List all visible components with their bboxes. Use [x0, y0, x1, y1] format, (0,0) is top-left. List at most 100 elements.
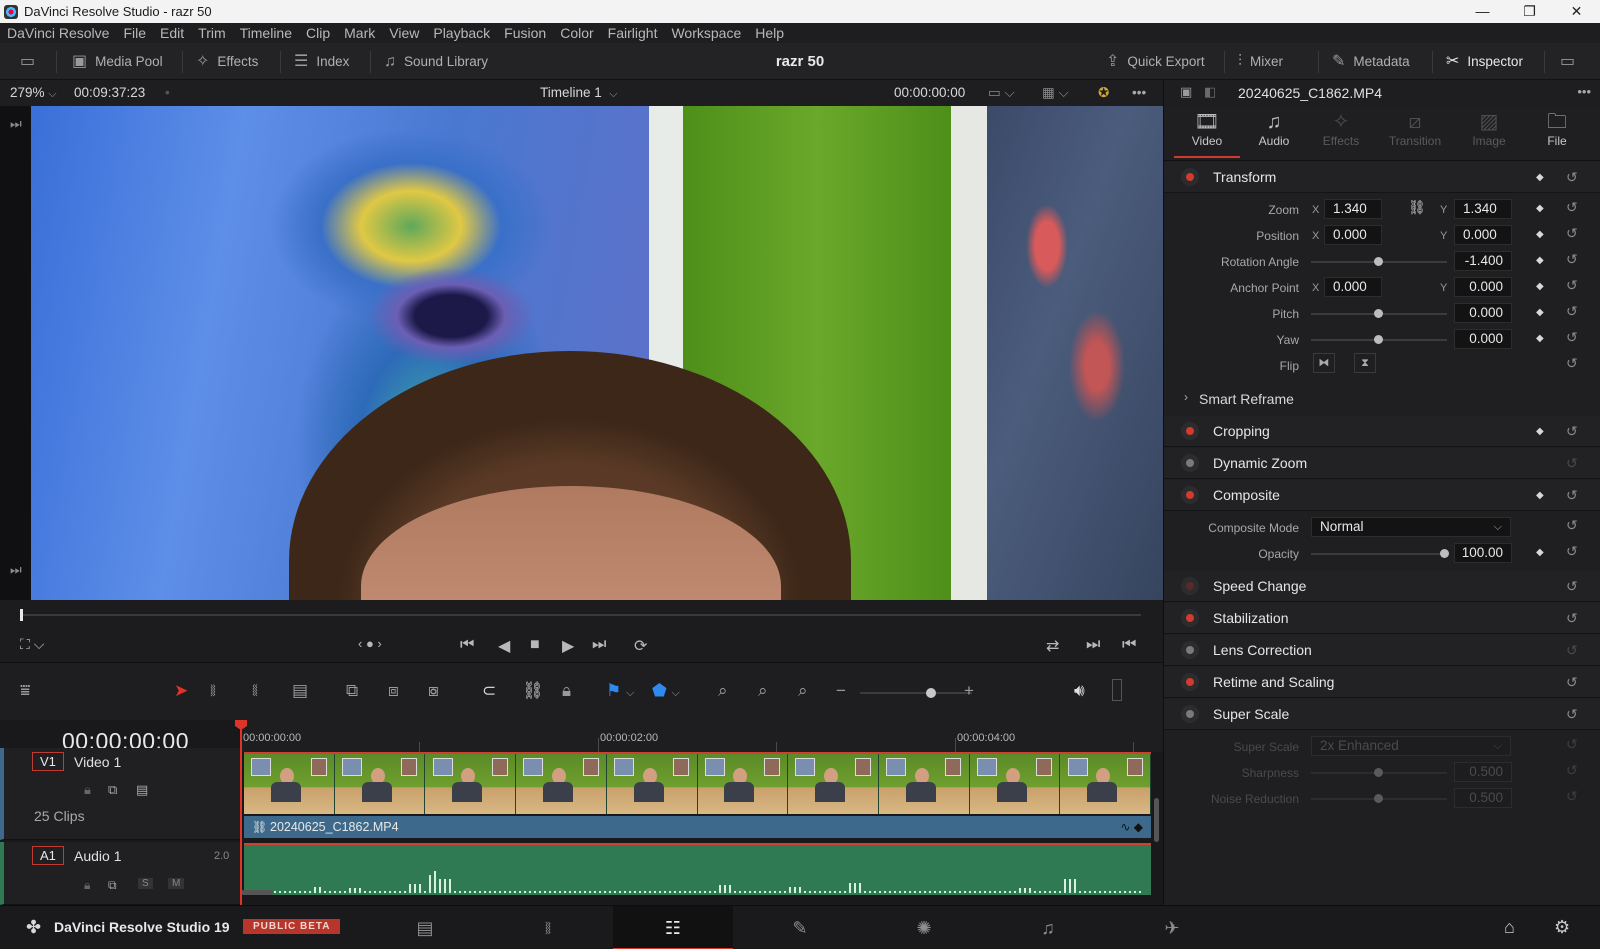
menu-timeline[interactable]: Timeline [233, 25, 299, 41]
solo-button[interactable]: S [138, 878, 153, 889]
enable-toggle[interactable] [1186, 491, 1194, 499]
index-button[interactable]: ☰ Index [294, 43, 349, 80]
enable-toggle[interactable] [1186, 646, 1194, 654]
sound-library-button[interactable]: ♫ Sound Library [384, 43, 488, 80]
speed-change-section[interactable]: Speed Change ↺ [1164, 571, 1600, 602]
position-x-field[interactable]: 0.000 [1324, 225, 1382, 245]
menu-fairlight[interactable]: Fairlight [601, 25, 665, 41]
go-to-end-button[interactable]: ⏭ [592, 636, 606, 654]
enable-toggle[interactable] [1186, 582, 1194, 590]
tab-image[interactable]: ▨ Image [1456, 110, 1522, 158]
opacity-field[interactable]: 100.00 [1454, 543, 1512, 563]
panel-toggle-button[interactable]: ▭ [20, 43, 35, 80]
play-button[interactable]: ▶ [562, 636, 574, 656]
viewer-size-button[interactable]: ▭ ⌵ [988, 80, 1015, 106]
audio-track-name[interactable]: Audio 1 [74, 848, 121, 864]
image-icon[interactable]: ▣ [1180, 84, 1192, 100]
retime-scaling-section[interactable]: Retime and Scaling ↺ [1164, 667, 1600, 698]
home-icon[interactable]: ⌂ [1504, 917, 1515, 938]
media-page-button[interactable]: ▤ [365, 906, 485, 949]
keyframe-icon[interactable]: ◆ [1536, 229, 1544, 240]
mixer-button[interactable]: ⫶ Mixer [1238, 43, 1283, 80]
enable-toggle[interactable] [1186, 614, 1194, 622]
mark-in-button[interactable]: ⏭ [1086, 636, 1100, 654]
menu-clip[interactable]: Clip [299, 25, 337, 41]
keyframe-icon[interactable]: ◆ [1536, 547, 1544, 558]
quick-export-button[interactable]: ⇪ Quick Export [1106, 43, 1205, 80]
reverse-play-button[interactable]: ◀ [498, 636, 510, 656]
snapping-icon[interactable]: ⊂ [482, 681, 496, 701]
rotation-field[interactable]: -1.400 [1454, 251, 1512, 271]
stop-button[interactable]: ■ [530, 636, 540, 654]
menu-help[interactable]: Help [748, 25, 791, 41]
reset-icon[interactable]: ↺ [1566, 578, 1578, 595]
next-clip-icon[interactable]: ⏭ [10, 562, 22, 578]
insert-clip-icon[interactable]: ⧉ [346, 681, 358, 701]
pitch-slider-knob[interactable] [1374, 309, 1383, 318]
more-icon[interactable]: ••• [1577, 84, 1591, 99]
selection-tool-icon[interactable]: ➤ [174, 681, 188, 701]
flip-vertical-icon[interactable]: ⧗ [1354, 353, 1376, 373]
edit-page-button[interactable]: ☷ [613, 906, 733, 949]
anchor-x-field[interactable]: 0.000 [1324, 277, 1382, 297]
keyframe-icon[interactable]: ◆ [1536, 203, 1544, 214]
keyframe-icon[interactable]: ◆ [1536, 490, 1544, 501]
timeline-view-options-icon[interactable]: ⩸ [20, 681, 30, 701]
reset-icon[interactable]: ↺ [1566, 169, 1578, 186]
enable-toggle[interactable] [1186, 710, 1194, 718]
zoom-custom-icon[interactable]: ⌕ [798, 681, 808, 701]
tab-effects[interactable]: ✧ Effects [1308, 110, 1374, 158]
link-icon[interactable]: ⛓ [1408, 199, 1426, 216]
zoom-dropdown[interactable]: 279% ⌵ [10, 80, 57, 106]
stabilization-section[interactable]: Stabilization ↺ [1164, 603, 1600, 634]
anchor-y-field[interactable]: 0.000 [1454, 277, 1512, 297]
trim-tool-icon[interactable]: ⧚ [210, 681, 216, 701]
effects-button[interactable]: ✧ Effects [196, 43, 258, 80]
menu-playback[interactable]: Playback [426, 25, 497, 41]
keyframe-icon[interactable]: ◆ [1536, 426, 1544, 437]
overwrite-clip-icon[interactable]: ⧈ [388, 681, 399, 701]
position-lock-icon[interactable]: 🔒︎ [562, 681, 571, 701]
viewer[interactable]: ⏭ ⏭ [0, 106, 1163, 600]
split-view-icon[interactable]: ◧ [1204, 84, 1216, 100]
close-button[interactable]: ✕ [1553, 0, 1600, 23]
reset-icon[interactable]: ↺ [1566, 251, 1578, 268]
reset-icon[interactable]: ↺ [1566, 706, 1578, 723]
auto-select-icon[interactable]: ⧉ [108, 782, 117, 798]
menu-file[interactable]: File [116, 25, 153, 41]
zoom-detail-icon[interactable]: ⌕ [758, 681, 768, 701]
scrub-bar[interactable] [21, 614, 1141, 616]
reset-icon[interactable]: ↺ [1566, 225, 1578, 242]
reset-icon[interactable]: ↺ [1566, 303, 1578, 320]
disable-track-icon[interactable]: ▤ [136, 782, 148, 798]
zoom-slider[interactable] [860, 692, 972, 694]
super-scale-section[interactable]: Super Scale ↺ [1164, 699, 1600, 730]
lens-correction-section[interactable]: Lens Correction ↺ [1164, 635, 1600, 666]
deliver-page-button[interactable]: ✈ [1112, 906, 1232, 949]
linked-selection-icon[interactable]: ⛓ [522, 681, 544, 701]
enable-toggle[interactable] [1186, 427, 1194, 435]
timeline-selector[interactable]: Timeline 1 ⌵ [540, 80, 618, 106]
reset-icon[interactable]: ↺ [1566, 543, 1578, 560]
metadata-button[interactable]: ✎ Metadata [1332, 43, 1410, 80]
viewer-options-button[interactable]: ••• [1132, 80, 1146, 106]
tab-video[interactable]: 🎞︎ Video [1174, 110, 1240, 158]
proxy-button[interactable]: ▦ ⌵ [1042, 80, 1069, 106]
reset-icon[interactable]: ↺ [1566, 277, 1578, 294]
zoom-x-field[interactable]: 1.340 [1324, 199, 1382, 219]
menu-mark[interactable]: Mark [337, 25, 382, 41]
loop-button[interactable]: ⟳ [634, 636, 647, 656]
reset-icon[interactable]: ↺ [1566, 674, 1578, 691]
volume-icon[interactable]: 🔊︎ [1074, 681, 1085, 701]
video-track-name[interactable]: Video 1 [74, 754, 121, 770]
color-page-button[interactable]: ✺ [864, 906, 984, 949]
yaw-slider-knob[interactable] [1374, 335, 1383, 344]
maximize-button[interactable]: ❐ [1506, 0, 1553, 23]
menu-fusion[interactable]: Fusion [497, 25, 553, 41]
composite-section[interactable]: Composite ◆ ↺ [1164, 480, 1600, 511]
enable-toggle[interactable] [1186, 459, 1194, 467]
yaw-field[interactable]: 0.000 [1454, 329, 1512, 349]
tab-transition[interactable]: ⧄ Transition [1375, 110, 1455, 158]
inspector-button[interactable]: ✂ Inspector [1446, 43, 1523, 80]
keyframe-icon[interactable]: ∿ ◆ [1120, 816, 1143, 838]
